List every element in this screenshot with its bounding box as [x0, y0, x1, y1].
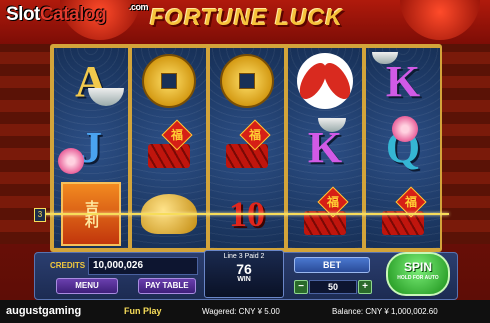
firecracker-icon: 福	[144, 119, 194, 172]
credits-label: CREDITS	[50, 261, 86, 270]
lotus-flower-icon	[58, 148, 84, 174]
reel-cell: K	[366, 48, 440, 114]
reel-cell: A	[54, 48, 128, 114]
firecracker-glyph: 福	[248, 128, 261, 142]
watermark-right: Catalog	[39, 4, 107, 25]
reel-cell: 福	[210, 114, 284, 180]
reel-cell	[288, 48, 362, 114]
reel-1: A J 吉利	[54, 48, 128, 248]
firecracker-glyph: 福	[404, 195, 417, 209]
wagered-amount: Wagered: CNY ¥ 5.00	[202, 307, 280, 316]
win-label: WIN	[237, 276, 251, 283]
footer-bar: augustgaming Fun Play Wagered: CNY ¥ 5.0…	[0, 300, 490, 323]
win-line-text: Line 3 Paid 2	[223, 253, 265, 260]
reel-2: 福	[132, 48, 206, 248]
play-mode: Fun Play	[124, 306, 162, 316]
pay-table-button[interactable]: PAY TABLE	[138, 278, 196, 294]
reel-cell: K	[288, 114, 362, 180]
balance-amount: Balance: CNY ¥ 1,000,002.60	[332, 307, 438, 316]
spin-label: SPIN	[403, 260, 432, 274]
bet-increase-button[interactable]: +	[358, 280, 372, 294]
lotus-flower-icon	[392, 116, 418, 142]
top-banner: SlotCatalog .com FORTUNE LUCK	[0, 0, 490, 44]
reel-cell	[210, 48, 284, 114]
lantern-decoration	[400, 0, 480, 40]
chinese-coin-icon	[142, 54, 196, 108]
watermark-suffix: .com	[129, 2, 149, 12]
reel-cell: J	[54, 114, 128, 180]
reel-4: K 福	[288, 48, 362, 248]
credits-value: 10,000,026	[88, 257, 198, 275]
win-value: 76	[236, 261, 252, 277]
firecracker-glyph: 福	[326, 195, 339, 209]
firecracker-glyph: 福	[170, 128, 183, 142]
firecracker-icon: 福	[222, 119, 272, 172]
spin-button[interactable]: SPIN HOLD FOR AUTO	[386, 252, 450, 296]
letter-k-symbol: K	[385, 56, 421, 106]
menu-button[interactable]: MENU	[56, 278, 118, 294]
bet-button[interactable]: BET	[294, 257, 370, 273]
winning-payline	[44, 213, 449, 215]
spin-sub-label: HOLD FOR AUTO	[397, 275, 439, 281]
bet-decrease-button[interactable]: −	[294, 280, 308, 294]
win-display: Line 3 Paid 2 76 WIN	[204, 250, 284, 298]
watermark-logo: SlotCatalog .com	[6, 2, 149, 26]
reel-3: 福 10	[210, 48, 284, 248]
reel-cell	[132, 48, 206, 114]
game-title: FORTUNE LUCK	[150, 4, 344, 30]
koi-fish-icon	[297, 53, 353, 109]
bet-value: 50	[309, 280, 357, 294]
reel-5: K Q 福	[366, 48, 440, 248]
reel-cell: Q	[366, 114, 440, 180]
chinese-coin-icon	[220, 54, 274, 108]
watermark-left: Slot	[6, 4, 40, 25]
reel-cell: 福	[132, 114, 206, 180]
payline-marker: 3	[34, 208, 46, 222]
provider-brand: augustgaming	[6, 305, 82, 317]
